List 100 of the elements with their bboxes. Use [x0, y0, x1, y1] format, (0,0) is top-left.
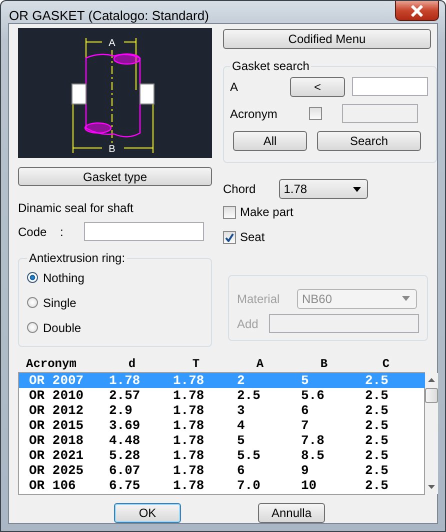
table-cell-text: 1.78 [173, 418, 206, 433]
dimension-label: B [108, 144, 116, 155]
checkbox[interactable] [223, 206, 236, 218]
table-cell-text: OR 2012 [28, 403, 85, 418]
table-row[interactable]: OR 2015 3.69 1.78 4 7 2.5 [19, 418, 425, 433]
column-header: T [191, 357, 201, 372]
checkbox-label: Seat [240, 230, 265, 244]
table-cell-text: OR 106 [28, 478, 77, 493]
less-than-button[interactable]: < [290, 76, 345, 96]
table-row[interactable]: OR 2025 6.07 1.78 6 9 2.5 [19, 463, 425, 478]
column-header: Acronym [25, 357, 78, 372]
table-cell-text: OR 2015 [28, 418, 85, 433]
chord-label: Chord [223, 182, 256, 196]
table-cell-text: 2.5 [365, 418, 390, 433]
table-row[interactable]: OR 106 6.75 1.78 7.0 10 2.5 [19, 478, 425, 493]
scroll-thumb[interactable] [425, 388, 438, 403]
table-cell-text: 2.5 [365, 478, 390, 493]
radio-label: Nothing [43, 270, 84, 284]
table-cell-text: 2.57 [109, 388, 142, 403]
table-cell-text: 1.78 [173, 478, 206, 493]
table-cell-text: 3 [237, 403, 246, 418]
description-text: Dinamic seal for shaft [18, 201, 134, 215]
table-cell-text: 10 [301, 478, 318, 493]
scroll-down-icon[interactable] [428, 485, 435, 489]
checkbox-label: Make part [240, 205, 294, 219]
radio-button[interactable] [27, 272, 38, 283]
table-cell-text: 5 [301, 373, 310, 388]
add-label: Add [237, 316, 260, 330]
scroll-up-icon[interactable] [428, 378, 435, 382]
acronym-label: Acronym [230, 106, 278, 120]
search-button[interactable]: Search [317, 130, 421, 150]
a-label: A [230, 80, 240, 94]
group-title: Antiextrusion ring: [28, 251, 126, 265]
acronym-checkbox[interactable] [309, 107, 322, 120]
table-cell-text: 5.28 [109, 448, 142, 463]
code-label: Code [18, 224, 48, 238]
table-cell-text: 5 [237, 433, 246, 448]
table-cell-text: OR 2025 [28, 463, 85, 478]
table-cell-text: 9 [301, 463, 310, 478]
window-title: OR GASKET (Catalogo: Standard) [9, 8, 209, 23]
table-cell-text: 2.5 [365, 373, 390, 388]
table-cell-text: 5.5 [237, 448, 262, 463]
column-header: d [127, 357, 137, 372]
table-cell-text: 2.5 [365, 388, 390, 403]
table-cell-text: 2.5 [237, 388, 262, 403]
column-header: C [381, 357, 391, 372]
table-cell-text: 1.78 [173, 448, 206, 463]
table-cell-text: 6.75 [109, 478, 142, 493]
dropdown-arrow-icon [352, 186, 361, 192]
dropdown-arrow-icon [402, 296, 410, 301]
dialog-button[interactable]: OK [114, 503, 181, 523]
radio-button[interactable] [27, 322, 38, 333]
table-cell-text: OR 2021 [28, 448, 85, 463]
dialog-button[interactable]: Annulla [258, 503, 325, 523]
table-cell-text: 2.5 [365, 403, 390, 418]
table-cell-text: 1.78 [173, 463, 206, 478]
table-cell-text: 2.9 [109, 403, 134, 418]
table-row[interactable]: OR 2012 2.9 1.78 3 6 2.5 [19, 403, 425, 418]
table-cell-text: OR 2010 [28, 388, 85, 403]
table-cell-text: 2.5 [365, 448, 390, 463]
code-field[interactable] [84, 222, 204, 241]
radio-label: Single [43, 296, 76, 310]
dimension-label: A [108, 38, 116, 49]
table-cell-text: 7.8 [301, 433, 326, 448]
table-row[interactable]: OR 2021 5.28 1.78 5.5 8.5 2.5 [19, 448, 425, 463]
table-cell-text: 1.78 [109, 373, 142, 388]
table-cell-text: 4 [237, 418, 246, 433]
table-cell-text: 7 [301, 418, 310, 433]
table-cell-text: 1.78 [173, 403, 206, 418]
column-header: A [255, 357, 265, 372]
checkbox[interactable] [223, 230, 236, 244]
table-cell-text: 6.07 [109, 463, 142, 478]
table-cell-text: 1.78 [173, 373, 206, 388]
table-row[interactable]: OR 2010 2.57 1.78 2.5 5.6 2.5 [19, 388, 425, 403]
table-cell-text: 5.6 [301, 388, 326, 403]
table-cell-text: 1.78 [173, 433, 206, 448]
radio-button[interactable] [27, 297, 38, 308]
group-title: Gasket search [231, 59, 310, 73]
all-button[interactable]: All [233, 130, 307, 150]
material-label: Material [237, 292, 281, 306]
table-cell-text: 4.48 [109, 433, 142, 448]
table-row[interactable]: OR 2018 4.48 1.78 5 7.8 2.5 [19, 433, 425, 448]
table-cell-text: 2 [237, 373, 246, 388]
code-separator: : [60, 224, 64, 238]
table-cell-text: 2.5 [365, 433, 390, 448]
close-icon [410, 4, 424, 16]
check-icon [225, 232, 234, 242]
table-cell-text: 2.5 [365, 463, 390, 478]
table-cell-text: 8.5 [301, 448, 326, 463]
close-button[interactable] [395, 1, 439, 21]
radio-label: Double [43, 320, 82, 334]
table-cell-text: 6 [237, 463, 246, 478]
table-cell-text: OR 2007 [28, 373, 85, 388]
chord-dropdown[interactable]: 1.78 [278, 179, 368, 199]
table-cell-text: 1.78 [173, 388, 206, 403]
table-cell-text: 3.69 [109, 418, 142, 433]
a-field[interactable] [352, 77, 428, 96]
gasket-type-button[interactable]: Gasket type [18, 167, 212, 186]
codified-menu-button[interactable]: Codified Menu [223, 29, 431, 49]
table-cell-text: 7.0 [237, 478, 262, 493]
